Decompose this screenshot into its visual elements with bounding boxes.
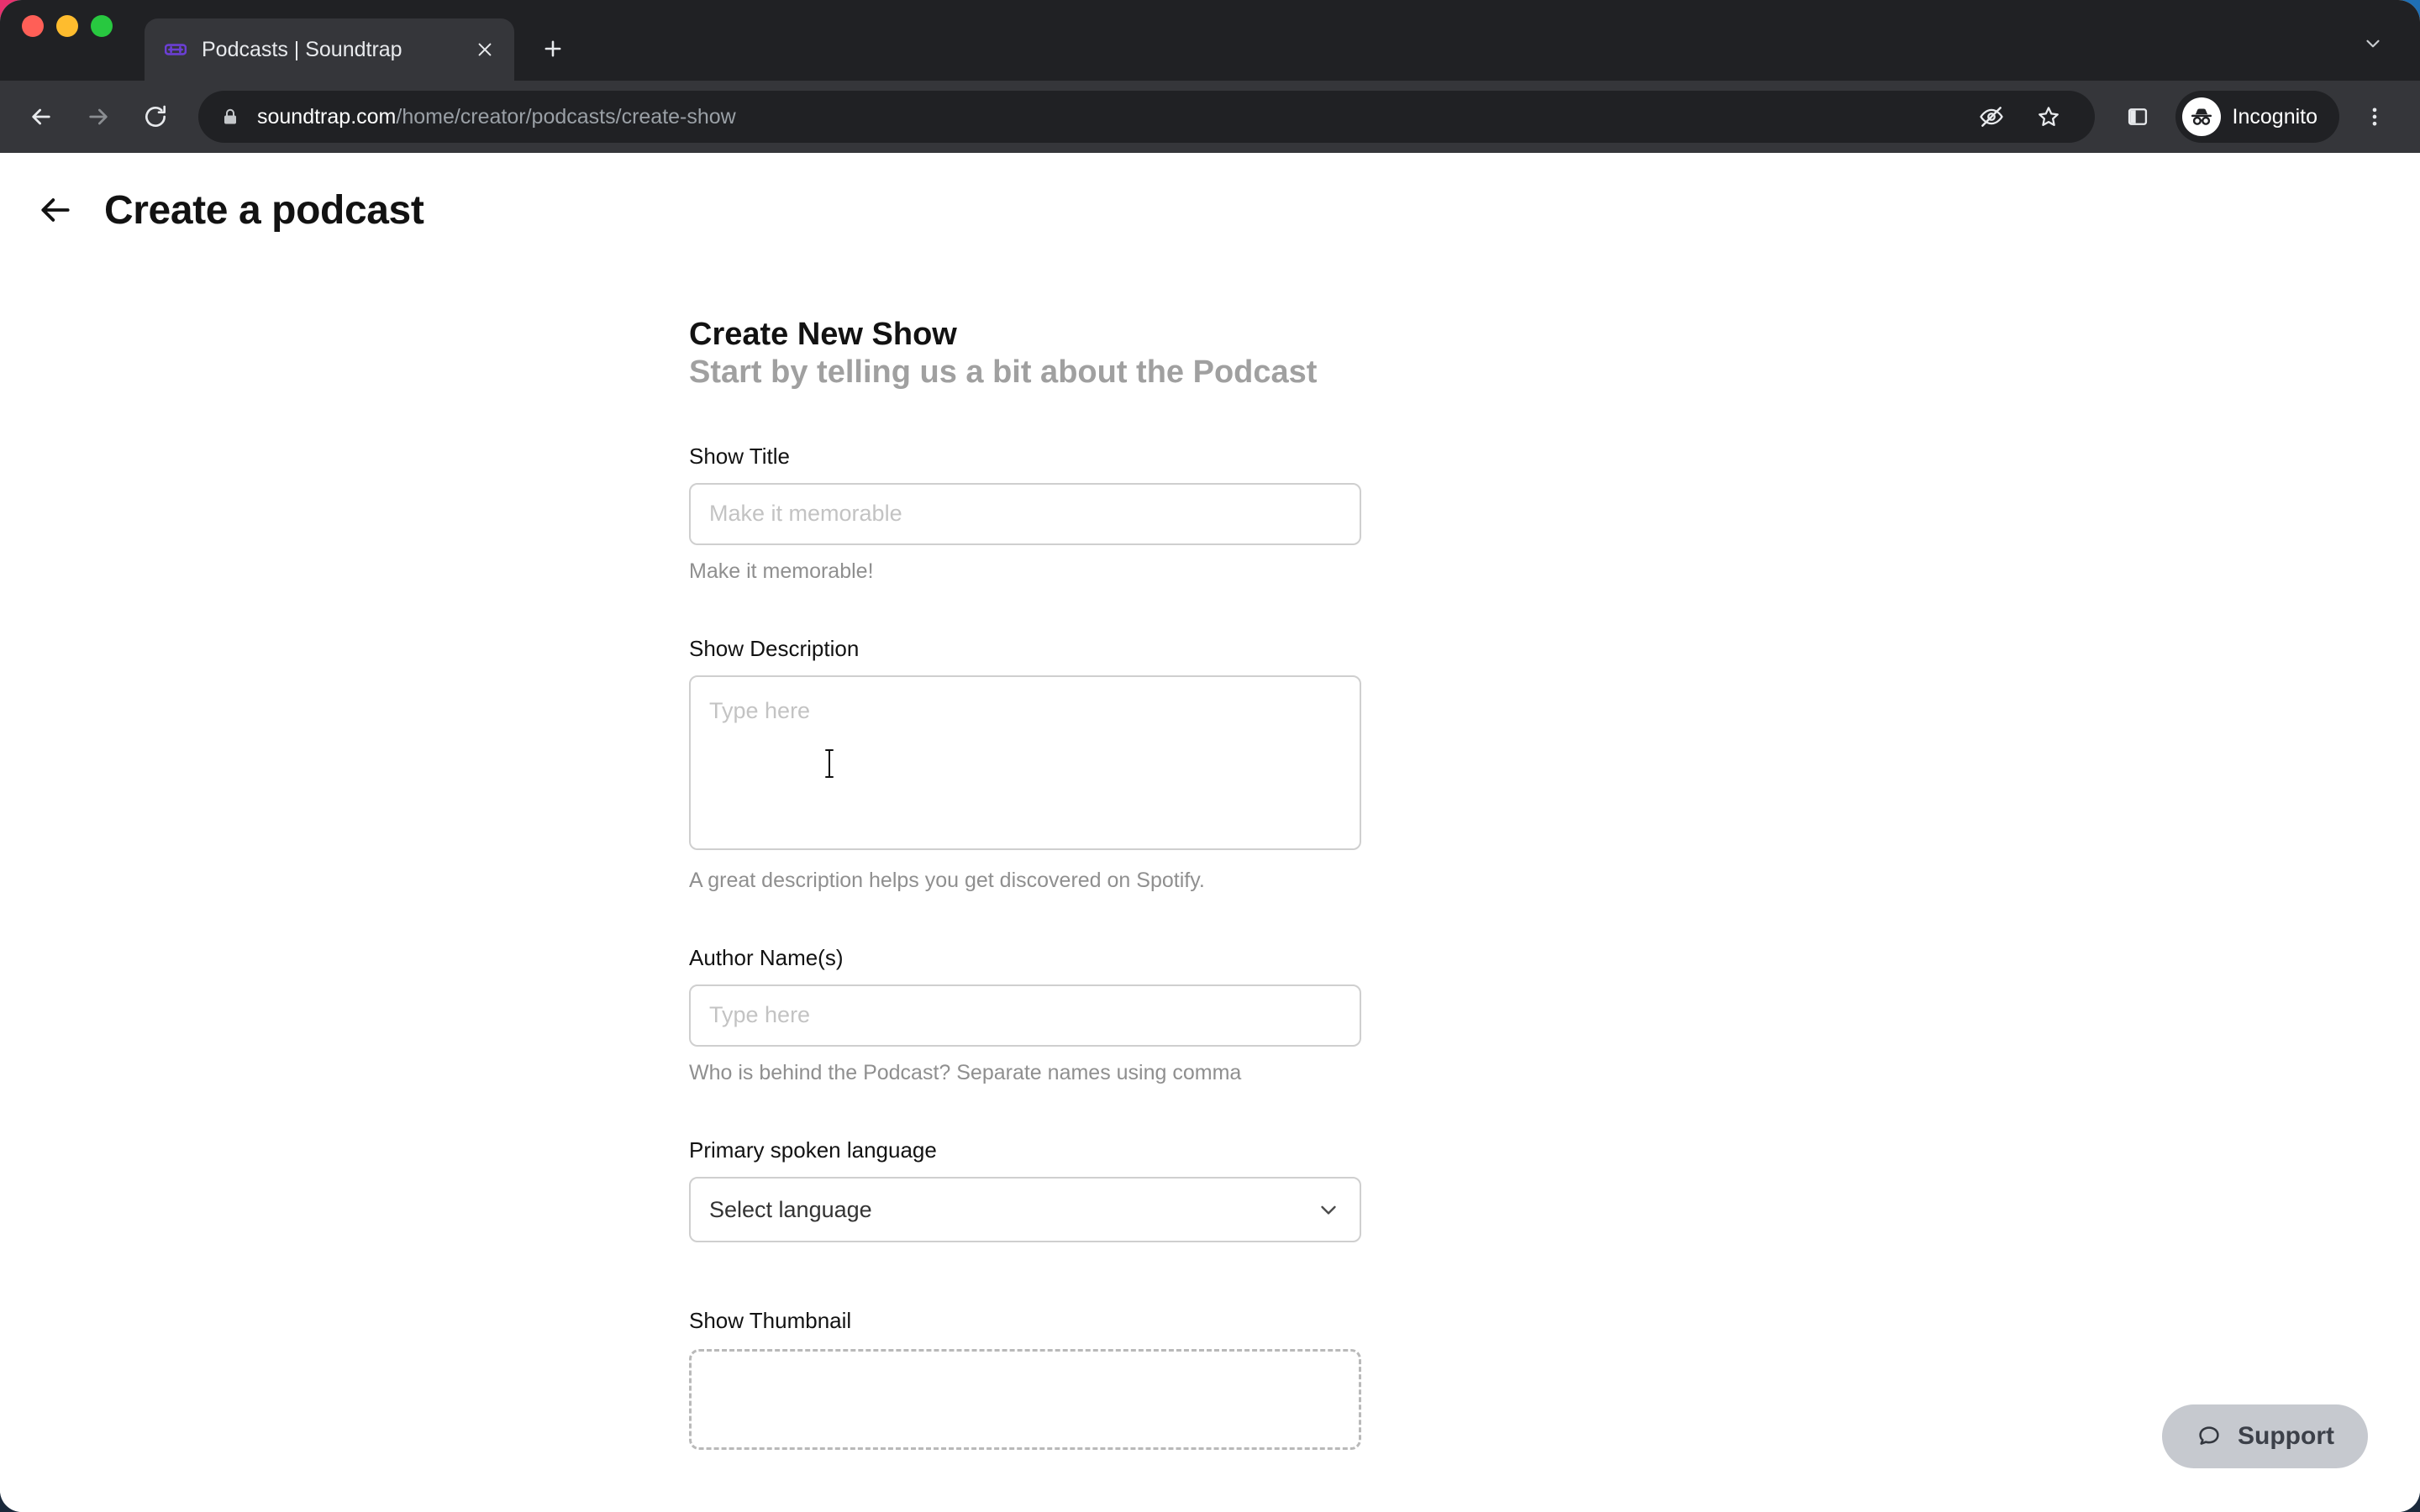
field-show-description: Show Description A great description hel… xyxy=(689,636,1361,893)
show-description-label: Show Description xyxy=(689,635,860,661)
chat-bubble-icon xyxy=(2196,1423,2223,1450)
field-show-title: Show Title Make it memorable! xyxy=(689,444,1361,584)
show-title-label: Show Title xyxy=(689,443,790,469)
minimize-window-button[interactable] xyxy=(56,15,78,37)
url-path: /home/creator/podcasts/create-show xyxy=(396,104,736,129)
incognito-icon xyxy=(2181,97,2221,136)
author-names-input[interactable] xyxy=(689,984,1361,1047)
page-title: Create a podcast xyxy=(104,187,424,233)
address-bar[interactable]: soundtrap.com/home/creator/podcasts/crea… xyxy=(198,91,2095,143)
eye-off-icon[interactable] xyxy=(1967,92,2016,141)
reload-icon[interactable] xyxy=(129,91,182,143)
url-text: soundtrap.com/home/creator/podcasts/crea… xyxy=(257,105,736,129)
show-title-helper: Make it memorable! xyxy=(689,559,874,583)
field-show-thumbnail: Show Thumbnail xyxy=(689,1308,1361,1450)
support-widget[interactable]: Support xyxy=(2162,1404,2368,1468)
back-icon[interactable] xyxy=(15,91,67,143)
close-tab-button[interactable] xyxy=(471,35,499,64)
form-heading: Create New Show xyxy=(689,317,957,352)
primary-language-label: Primary spoken language xyxy=(689,1137,937,1163)
show-thumbnail-dropzone[interactable] xyxy=(689,1348,1361,1450)
lock-icon[interactable] xyxy=(220,107,240,127)
back-arrow-icon[interactable] xyxy=(32,186,79,234)
tab-strip: Podcasts | Soundtrap xyxy=(0,0,2420,81)
browser-window: Podcasts | Soundtrap soundtrap.com/home/… xyxy=(0,0,2420,1512)
show-thumbnail-label: Show Thumbnail xyxy=(689,1307,852,1333)
tab-list-chevron-icon[interactable] xyxy=(2354,25,2391,62)
omnibox-actions xyxy=(1967,92,2073,141)
profile-label: Incognito xyxy=(2232,104,2317,129)
maximize-window-button[interactable] xyxy=(91,15,113,37)
forward-icon[interactable] xyxy=(72,91,124,143)
browser-tab[interactable]: Podcasts | Soundtrap xyxy=(145,18,514,81)
form-subheading: Start by telling us a bit about the Podc… xyxy=(689,354,1318,390)
page-viewport: Create a podcast Create New Show Start b… xyxy=(0,153,2420,1512)
new-tab-button[interactable] xyxy=(533,29,573,69)
profile-chip[interactable]: Incognito xyxy=(2175,91,2339,143)
show-description-input[interactable] xyxy=(689,675,1361,850)
field-author-names: Author Name(s) Who is behind the Podcast… xyxy=(689,945,1361,1085)
page-header: Create a podcast xyxy=(0,153,2420,234)
star-icon[interactable] xyxy=(2024,92,2073,141)
window-controls xyxy=(22,0,113,81)
three-dot-menu-icon[interactable] xyxy=(2351,93,2398,140)
author-names-label: Author Name(s) xyxy=(689,944,844,970)
tab-title: Podcasts | Soundtrap xyxy=(202,37,402,61)
show-description-helper: A great description helps you get discov… xyxy=(689,868,1205,892)
side-panel-icon[interactable] xyxy=(2113,92,2162,141)
form-heading-block: Create New Show Start by telling us a bi… xyxy=(689,234,1361,391)
primary-language-select[interactable]: Select language xyxy=(689,1176,1361,1242)
browser-toolbar: soundtrap.com/home/creator/podcasts/crea… xyxy=(0,81,2420,153)
create-show-form: Create New Show Start by telling us a bi… xyxy=(689,234,1361,1450)
primary-language-select-wrap: Select language xyxy=(689,1176,1361,1242)
url-host: soundtrap.com xyxy=(257,104,397,129)
support-label: Support xyxy=(2238,1422,2334,1450)
soundtrap-favicon xyxy=(163,37,188,62)
author-names-helper: Who is behind the Podcast? Separate name… xyxy=(689,1060,1242,1084)
field-primary-language: Primary spoken language Select language xyxy=(689,1137,1361,1242)
close-window-button[interactable] xyxy=(22,15,44,37)
show-title-input[interactable] xyxy=(689,482,1361,545)
